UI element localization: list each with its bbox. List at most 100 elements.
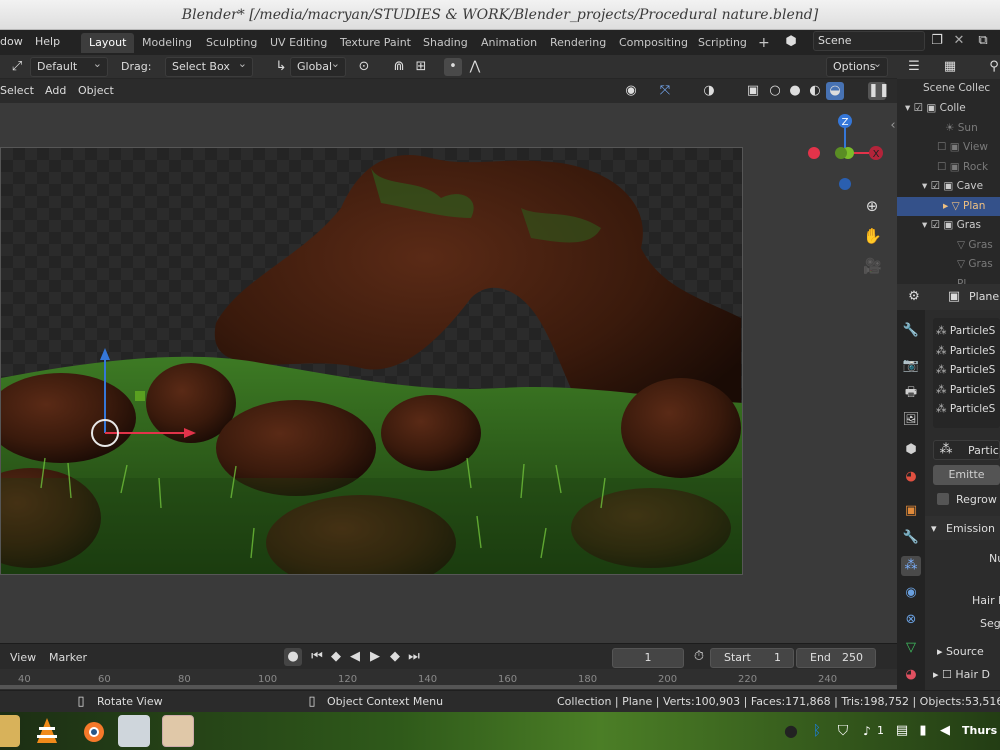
start-frame-field[interactable]: Start 1 xyxy=(710,648,794,668)
blender-icon[interactable] xyxy=(76,715,108,747)
outliner-scene-collection[interactable]: Scene Collec xyxy=(897,79,1000,99)
screenshot-tool-icon[interactable] xyxy=(118,715,150,747)
timeline-scrollbar[interactable] xyxy=(0,685,897,689)
particle-system-item[interactable]: ⁂ ParticleS xyxy=(936,400,1000,420)
tab-rendering[interactable]: Rendering xyxy=(542,33,614,53)
view-layer-tab-icon[interactable]: 🖼 xyxy=(901,410,921,430)
particles-tab-icon[interactable]: ⁂ xyxy=(901,556,921,576)
transform-orientation-dropdown[interactable]: Global xyxy=(290,57,346,77)
solid-shading-icon[interactable]: ● xyxy=(786,82,804,100)
rendered-shading-icon[interactable]: ◒ xyxy=(826,82,844,100)
record-icon[interactable]: ● xyxy=(284,648,302,666)
menu-window[interactable]: dow xyxy=(0,35,23,48)
visibility-icon[interactable]: ◉ xyxy=(622,82,640,100)
outliner-row[interactable]: ▾ ☑ ▣ Colle xyxy=(897,99,1000,119)
clock[interactable]: Thurs xyxy=(962,724,997,737)
outliner-row[interactable]: ☐ ▣ Rock xyxy=(897,158,1000,178)
particle-system-item[interactable]: ⁂ ParticleS xyxy=(936,361,1000,381)
shield-icon[interactable]: ⛉ xyxy=(834,722,852,740)
falloff-icon[interactable]: ⋀ xyxy=(466,58,484,76)
pan-hand-icon[interactable]: ✋ xyxy=(863,227,882,245)
menu-select[interactable]: Select xyxy=(0,84,34,97)
play-icon[interactable]: ▶ xyxy=(366,648,384,666)
navigation-gizmo[interactable]: Z X xyxy=(800,113,890,203)
material-tab-icon[interactable]: ◕ xyxy=(901,665,921,685)
move-tool-icon[interactable]: ⤢ xyxy=(8,58,26,76)
prev-keyframe-icon[interactable]: ◆ xyxy=(327,648,345,666)
file-manager-icon[interactable] xyxy=(0,715,20,747)
display-mode-icon[interactable]: ▦ xyxy=(941,58,959,76)
outliner-row[interactable]: ▾ ☑ ▣ Cave xyxy=(897,177,1000,197)
timer-icon[interactable]: ⏱ xyxy=(690,648,708,666)
scene-icon[interactable]: ⬢ xyxy=(782,33,800,51)
menu-object[interactable]: Object xyxy=(78,84,114,97)
menu-add[interactable]: Add xyxy=(45,84,66,97)
camera-icon[interactable]: 🎥 xyxy=(863,257,882,275)
object-origin-gizmo[interactable] xyxy=(80,338,210,458)
sidebar-toggle-icon[interactable]: ‹ xyxy=(884,117,897,135)
add-workspace-button[interactable]: + xyxy=(750,33,778,53)
options-dropdown[interactable]: Options xyxy=(826,57,888,77)
jump-start-icon[interactable]: ⏮ xyxy=(308,648,326,666)
tab-sculpting[interactable]: Sculpting xyxy=(198,33,265,53)
workspace-number[interactable]: 1 xyxy=(877,724,884,737)
gizmo-toggle-icon[interactable]: ⤧ xyxy=(656,82,674,100)
play-reverse-icon[interactable]: ◀ xyxy=(346,648,364,666)
outliner-row[interactable]: ▽ Gras xyxy=(897,255,1000,275)
data-tab-icon[interactable]: ▽ xyxy=(901,638,921,658)
zoom-icon[interactable]: ⊕ xyxy=(863,197,881,215)
timeline-marker-menu[interactable]: Marker xyxy=(49,651,87,664)
jump-end-icon[interactable]: ⏭ xyxy=(405,648,423,666)
scene-tab-icon[interactable]: ⬢ xyxy=(901,440,921,460)
vlc-icon[interactable] xyxy=(31,715,63,747)
editor-type-icon[interactable]: ⚙ xyxy=(905,288,923,306)
tab-shading[interactable]: Shading xyxy=(415,33,476,53)
hair-dynamics-panel-header[interactable]: ▸ ☐ Hair D xyxy=(933,668,990,681)
output-tab-icon[interactable]: 🖶 xyxy=(901,383,921,403)
snap-icon[interactable]: ⋒ xyxy=(390,58,408,76)
outliner-row[interactable]: Pl xyxy=(897,275,1000,285)
material-shading-icon[interactable]: ◐ xyxy=(806,82,824,100)
constraints-tab-icon[interactable]: ⊗ xyxy=(901,610,921,630)
particle-settings-icon[interactable]: ⁂ xyxy=(937,441,955,459)
regrow-checkbox[interactable] xyxy=(937,493,949,505)
scene-selector[interactable]: Scene xyxy=(813,31,925,51)
tool-tab-icon[interactable]: 🔧 xyxy=(901,321,921,341)
particle-system-item[interactable]: ⁂ ParticleS xyxy=(936,342,1000,362)
battery-icon[interactable]: ▮ xyxy=(914,722,932,740)
render-tab-icon[interactable]: 📷 xyxy=(901,356,921,376)
emission-panel-header[interactable]: ▾ Emission xyxy=(925,516,1000,540)
pause-render-icon[interactable]: ❚❚ xyxy=(868,82,890,100)
tab-layout[interactable]: Layout xyxy=(81,33,135,53)
bluetooth-icon[interactable]: ᛒ xyxy=(808,722,826,740)
3d-viewport[interactable]: Z X ⊕ ✋ 🎥 ‹ xyxy=(0,103,897,643)
pivot-icon[interactable]: ⊙ xyxy=(355,58,373,76)
timeline-ruler[interactable]: 40 60 80 100 120 140 160 180 200 220 240 xyxy=(0,669,897,690)
search-icon[interactable]: ⚲ xyxy=(985,58,1000,76)
close-icon[interactable]: ✕ xyxy=(950,32,968,50)
current-frame-field[interactable]: 1 xyxy=(612,648,684,668)
outliner-row[interactable]: ☀ Sun xyxy=(897,119,1000,139)
outliner-row[interactable]: ▾ ☑ ▣ Gras xyxy=(897,216,1000,236)
snap-target-icon[interactable]: ⊞ xyxy=(412,58,430,76)
tab-compositing[interactable]: Compositing xyxy=(611,33,696,53)
tab-scripting[interactable]: Scripting xyxy=(690,33,755,53)
editor-type-icon[interactable]: ☰ xyxy=(905,58,923,76)
modifier-tab-icon[interactable]: 🔧 xyxy=(901,528,921,548)
menu-help[interactable]: Help xyxy=(35,35,60,48)
world-tab-icon[interactable]: ◕ xyxy=(901,467,921,487)
tab-animation[interactable]: Animation xyxy=(473,33,545,53)
source-panel-header[interactable]: ▸ Source xyxy=(937,645,984,658)
eye-app-icon[interactable] xyxy=(162,715,194,747)
network-icon[interactable]: ▤ xyxy=(893,722,911,740)
preset-dropdown[interactable]: Default xyxy=(30,57,108,77)
power-icon[interactable]: ● xyxy=(782,722,800,740)
end-frame-field[interactable]: End 250 xyxy=(796,648,876,668)
overlay-icon[interactable]: ◑ xyxy=(700,82,718,100)
drag-dropdown[interactable]: Select Box xyxy=(165,57,253,77)
outliner-row[interactable]: ☐ ▣ View xyxy=(897,138,1000,158)
wireframe-shading-icon[interactable]: ○ xyxy=(766,82,784,100)
new-scene-icon[interactable]: ❐ xyxy=(928,32,946,50)
object-tab-icon[interactable]: ▣ xyxy=(901,501,921,521)
tab-texture-paint[interactable]: Texture Paint xyxy=(332,33,419,53)
